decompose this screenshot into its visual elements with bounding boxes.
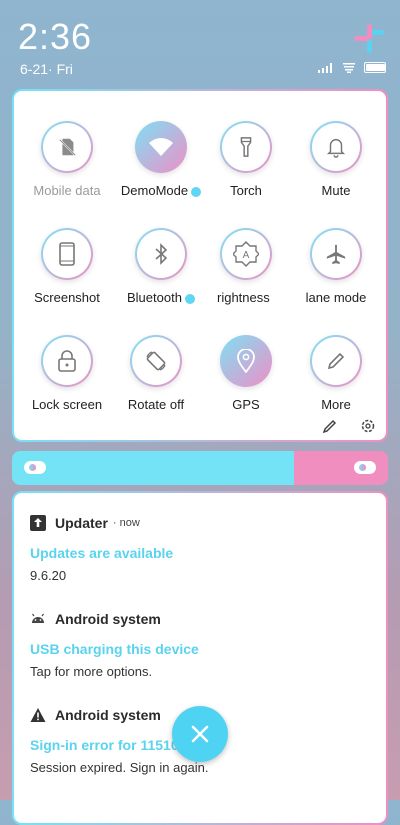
svg-text:A: A: [243, 250, 250, 261]
tile-label: Torch: [230, 183, 262, 198]
notification-time: · now: [112, 517, 140, 529]
tile-label: GPS: [232, 397, 260, 412]
system-icons: [318, 62, 386, 73]
edit-pencil-icon[interactable]: [322, 418, 338, 434]
tile-circle[interactable]: [135, 121, 187, 173]
tile-circle[interactable]: [41, 228, 93, 280]
notification-app-name: Android system: [55, 611, 161, 627]
tile-label: rightness: [217, 290, 270, 305]
rotate-icon: [146, 351, 166, 371]
tile-mute[interactable]: Mute: [291, 121, 381, 198]
tile-circle[interactable]: [41, 335, 93, 387]
tile-circle[interactable]: [310, 335, 362, 387]
signal-icon: [318, 62, 332, 73]
bell-icon: [326, 139, 346, 158]
battery-icon: [364, 62, 386, 73]
tile-rotate[interactable]: Rotate off: [111, 335, 201, 412]
notification-updater[interactable]: Updater · now Updates are available 9.6.…: [30, 515, 370, 583]
tile-circle[interactable]: [310, 228, 362, 280]
warning-icon: [30, 708, 46, 722]
bluetooth-icon: [155, 243, 168, 265]
tile-demo-mode[interactable]: DemoMode: [111, 121, 211, 198]
clear-all-button[interactable]: [172, 706, 228, 762]
tile-mobile-data[interactable]: Mobile data: [22, 121, 112, 198]
android-icon: [32, 613, 44, 623]
tile-circle[interactable]: [130, 335, 182, 387]
wifi-icon: [343, 62, 355, 73]
lock-icon: [58, 350, 76, 372]
tile-gps[interactable]: GPS: [201, 335, 291, 412]
pencil-icon: [327, 352, 345, 370]
location-icon: [237, 349, 255, 373]
notification-title: USB charging this device: [30, 641, 199, 657]
tile-label: lane mode: [305, 290, 367, 305]
clock: 2:36: [18, 16, 93, 57]
tile-bluetooth[interactable]: Bluetooth: [111, 228, 211, 305]
settings-gear-icon[interactable]: [360, 418, 376, 434]
notification-time-text: now: [119, 517, 140, 529]
notification-title: Updates are available: [30, 545, 174, 561]
phone-icon: [59, 242, 75, 266]
tile-label-text: DemoMode: [120, 183, 189, 198]
notification-body: 9.6.20: [30, 568, 67, 583]
tile-label: Lock screen: [31, 397, 103, 412]
tile-circle[interactable]: [220, 121, 272, 173]
upload-icon: [30, 515, 46, 531]
brightness-auto-icon: A: [233, 241, 259, 267]
tile-circle[interactable]: [220, 335, 272, 387]
notification-app-name: Android system: [55, 707, 161, 723]
airplane-icon: [326, 244, 346, 265]
tile-label: More: [321, 397, 351, 412]
tile-label: Mute: [321, 183, 351, 198]
panel-actions: [322, 418, 376, 434]
status-bar: 2:36 6-21· Fri: [0, 0, 400, 90]
tile-label: Mobile data: [33, 183, 101, 198]
brightness-slider[interactable]: [12, 451, 388, 485]
wifi-icon: [149, 138, 173, 156]
tile-torch[interactable]: Torch: [201, 121, 291, 198]
notification-header: Updater · now: [30, 515, 370, 531]
tile-label: Bluetooth: [111, 290, 211, 305]
tile-circle[interactable]: [41, 121, 93, 173]
status-dot: [184, 293, 195, 304]
brand-logo-icon: [354, 24, 384, 53]
tile-more[interactable]: More: [291, 335, 381, 412]
tile-circle[interactable]: A: [220, 228, 272, 280]
notification-shade: Updater · now Updates are available 9.6.…: [12, 491, 388, 825]
tile-label: Rotate off: [127, 397, 185, 412]
sim-off-icon: [59, 138, 76, 156]
notification-body: Tap for more options.: [30, 664, 153, 679]
notification-usb-charging[interactable]: Android system USB charging this device …: [30, 611, 370, 679]
date: 6-21· Fri: [20, 61, 73, 77]
close-icon: [191, 725, 209, 743]
status-dot: [191, 186, 202, 197]
battery-level: [366, 64, 385, 71]
tile-label: DemoMode: [111, 183, 211, 198]
tile-lock-screen[interactable]: Lock screen: [22, 335, 112, 412]
tile-label: Screenshot: [34, 290, 100, 305]
quick-settings-panel: Mobile data DemoMode Torch Mute Screensh…: [12, 89, 388, 442]
tile-circle[interactable]: [135, 228, 187, 280]
tile-airplane-mode[interactable]: lane mode: [291, 228, 381, 305]
tile-circle[interactable]: [310, 121, 362, 173]
tile-brightness[interactable]: A rightness: [201, 228, 291, 305]
brightness-fill: [12, 451, 294, 485]
notification-body: Session expired. Sign in again.: [30, 760, 209, 775]
notification-header: Android system: [30, 611, 370, 627]
notification-app-name: Updater: [55, 515, 108, 531]
brightness-high-icon: [354, 461, 376, 474]
flashlight-icon: [240, 137, 252, 157]
tile-screenshot[interactable]: Screenshot: [22, 228, 112, 305]
tile-label-text: Bluetooth: [127, 290, 182, 305]
brightness-low-icon: [24, 461, 46, 474]
